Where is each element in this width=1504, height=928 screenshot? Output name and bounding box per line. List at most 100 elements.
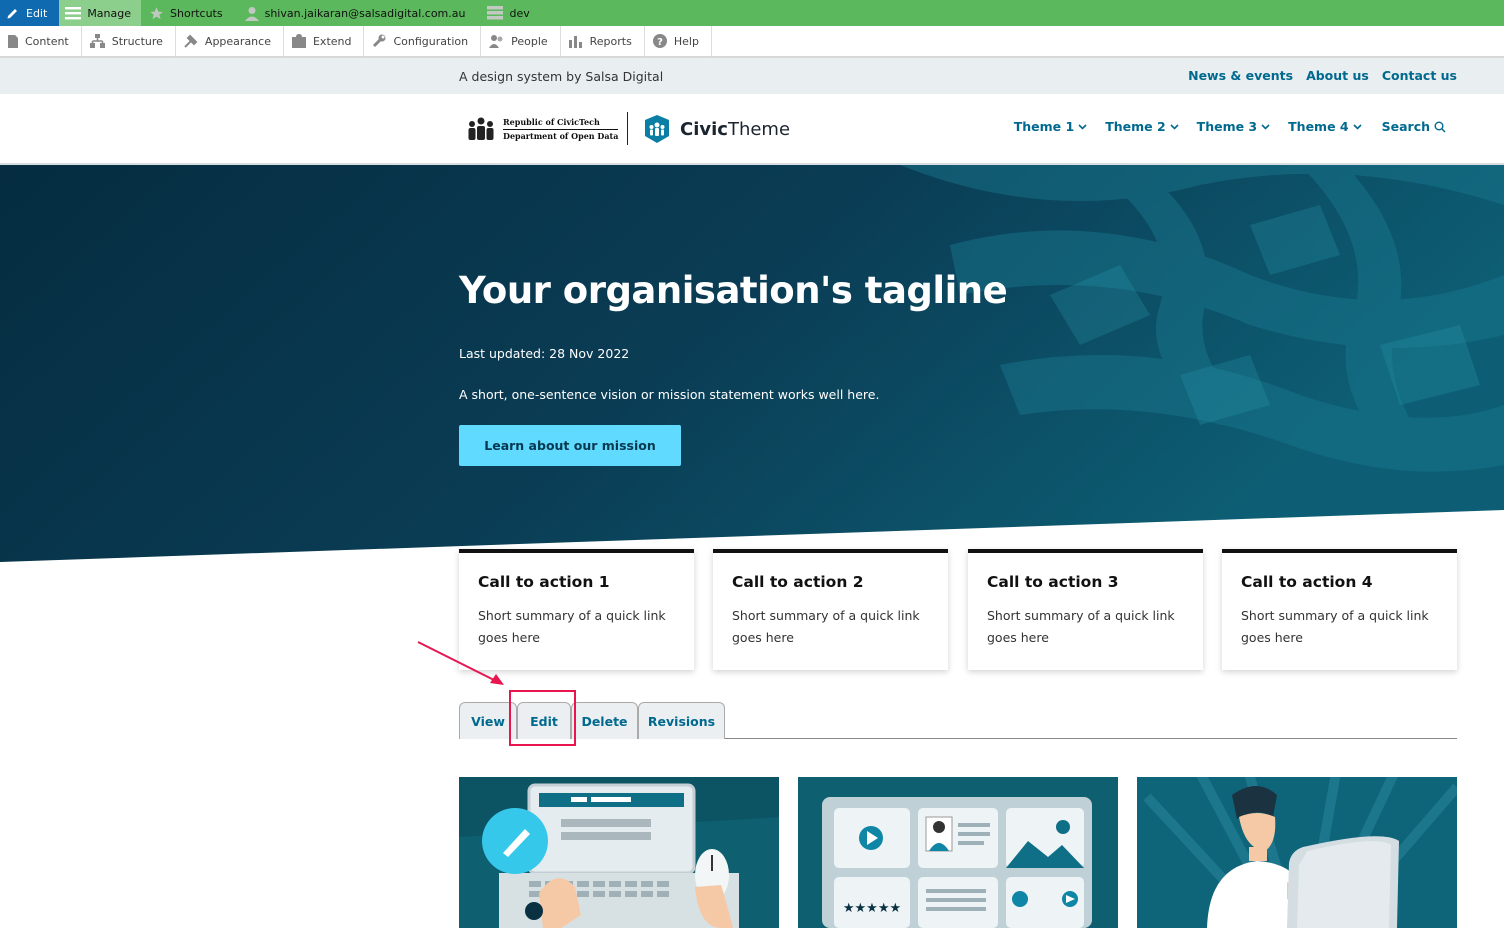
search-button[interactable]: Search bbox=[1382, 119, 1446, 134]
cta-title: Call to action 1 bbox=[478, 573, 610, 591]
tray-item-label: Extend bbox=[312, 34, 352, 48]
chevron-down-icon bbox=[1170, 123, 1179, 130]
user-icon bbox=[244, 6, 259, 21]
civictheme-logo-icon bbox=[645, 115, 669, 143]
tray-item-structure[interactable]: Structure bbox=[82, 25, 176, 57]
secondary-nav-news[interactable]: News & events bbox=[1188, 68, 1293, 83]
help-icon: ? bbox=[652, 34, 667, 48]
local-tasks-tabs: View Edit Delete Revisions bbox=[459, 702, 1457, 739]
edit-label: Edit bbox=[26, 6, 48, 20]
search-label: Search bbox=[1381, 119, 1430, 134]
tray-item-label: People bbox=[511, 34, 548, 48]
main-nav-theme-4[interactable]: Theme 4 bbox=[1288, 119, 1362, 134]
cta-title: Call to action 2 bbox=[732, 573, 864, 591]
hamburger-icon bbox=[65, 7, 82, 20]
site-top-bar: A design system by Salsa Digital News & … bbox=[0, 58, 1504, 94]
cta-title: Call to action 3 bbox=[987, 573, 1119, 591]
site-slogan: A design system by Salsa Digital bbox=[459, 69, 664, 84]
annotation-arrow bbox=[417, 641, 504, 685]
reports-icon bbox=[568, 36, 582, 48]
environment-label: dev bbox=[509, 6, 530, 20]
learn-about-mission-button[interactable]: Learn about our mission bbox=[459, 425, 681, 466]
secondary-nav-about[interactable]: About us bbox=[1306, 68, 1369, 83]
cta-summary: Short summary of a quick link goes here bbox=[732, 608, 920, 645]
annotation-highlight-box bbox=[509, 690, 576, 746]
main-nav-label: Theme 2 bbox=[1105, 119, 1166, 134]
promo-card-1[interactable] bbox=[459, 777, 779, 928]
laptop-illustration bbox=[459, 777, 779, 928]
tab-delete[interactable]: Delete bbox=[571, 702, 638, 739]
cta-summary: Short summary of a quick link goes here bbox=[1241, 608, 1429, 645]
department-name: Department of Open Data bbox=[503, 131, 619, 141]
hero-summary: A short, one-sentence vision or mission … bbox=[459, 387, 880, 402]
tray-item-help[interactable]: ? Help bbox=[645, 25, 712, 57]
hero-title: Your organisation's tagline bbox=[459, 269, 1008, 312]
search-icon bbox=[1434, 121, 1446, 132]
hero-last-updated: Last updated: 28 Nov 2022 bbox=[459, 346, 630, 361]
pencil-icon bbox=[7, 9, 17, 19]
main-nav-theme-1[interactable]: Theme 1 bbox=[1014, 119, 1087, 134]
tray-item-label: Reports bbox=[589, 34, 632, 48]
site-header: Republic of CivicTech Department of Open… bbox=[0, 94, 1504, 165]
manage-tab[interactable]: Manage bbox=[59, 0, 142, 26]
government-logo[interactable]: Republic of CivicTech Department of Open… bbox=[467, 116, 619, 143]
chevron-down-icon bbox=[1078, 123, 1087, 130]
logo-divider bbox=[627, 112, 628, 145]
promo-card-3[interactable] bbox=[1137, 777, 1457, 928]
civictheme-wordmark: CivicTheme bbox=[680, 119, 790, 140]
main-nav-label: Theme 1 bbox=[1013, 119, 1075, 134]
content-icon bbox=[8, 34, 18, 48]
cta-card-4[interactable]: Call to action 4 Short summary of a quic… bbox=[1222, 549, 1457, 670]
tray-item-label: Help bbox=[673, 34, 699, 48]
promo-card-2[interactable]: ★★★★★ bbox=[798, 777, 1118, 928]
svg-text:★★★★★: ★★★★★ bbox=[843, 901, 901, 916]
brand-light: Theme bbox=[727, 118, 791, 140]
tray-item-label: Configuration bbox=[393, 34, 469, 48]
cta-card-3[interactable]: Call to action 3 Short summary of a quic… bbox=[968, 549, 1203, 670]
chevron-down-icon bbox=[1353, 123, 1362, 130]
cta-summary: Short summary of a quick link goes here bbox=[987, 608, 1175, 645]
tray-item-appearance[interactable]: Appearance bbox=[176, 25, 284, 57]
environment-tab[interactable]: dev bbox=[475, 0, 539, 26]
brand-bold: Civic bbox=[680, 118, 728, 140]
tray-item-content[interactable]: Content bbox=[0, 25, 82, 57]
cta-card-2[interactable]: Call to action 2 Short summary of a quic… bbox=[713, 549, 948, 670]
tray-item-label: Content bbox=[25, 34, 69, 48]
edit-toggle[interactable]: Edit bbox=[0, 0, 60, 26]
government-logo-text: Republic of CivicTech Department of Open… bbox=[503, 116, 619, 143]
extend-icon bbox=[291, 34, 306, 48]
tray-item-configuration[interactable]: Configuration bbox=[364, 25, 482, 57]
user-tab[interactable]: shivan.jaikaran@salsadigital.com.au bbox=[233, 0, 476, 26]
admin-tray: Content Structure Appearance Extend Conf… bbox=[0, 25, 1504, 58]
configuration-icon bbox=[373, 34, 386, 48]
main-nav-label: Theme 4 bbox=[1288, 119, 1349, 134]
user-label: shivan.jaikaran@salsadigital.com.au bbox=[264, 6, 466, 20]
tray-item-extend[interactable]: Extend bbox=[284, 25, 365, 57]
secondary-nav: News & events About us Contact us bbox=[1188, 68, 1457, 83]
main-nav-label: Theme 3 bbox=[1196, 119, 1258, 134]
people-crest-icon bbox=[468, 117, 494, 140]
tab-revisions[interactable]: Revisions bbox=[638, 702, 725, 739]
tray-item-reports[interactable]: Reports bbox=[561, 25, 645, 57]
appearance-icon bbox=[184, 34, 198, 48]
structure-icon bbox=[89, 34, 105, 48]
shortcuts-tab[interactable]: Shortcuts bbox=[141, 0, 233, 26]
people-icon bbox=[489, 35, 503, 48]
hero-banner: Your organisation's tagline Last updated… bbox=[0, 165, 1504, 565]
secondary-nav-contact[interactable]: Contact us bbox=[1382, 68, 1457, 83]
main-nav: Theme 1 Theme 2 Theme 3 Theme 4 Search bbox=[1014, 119, 1446, 134]
hero-background bbox=[0, 165, 1504, 562]
manage-label: Manage bbox=[87, 6, 132, 20]
government-name: Republic of CivicTech bbox=[503, 116, 619, 130]
main-nav-theme-2[interactable]: Theme 2 bbox=[1105, 119, 1179, 134]
tray-item-people[interactable]: People bbox=[481, 25, 561, 57]
server-icon bbox=[487, 6, 504, 20]
media-collage-illustration: ★★★★★ bbox=[798, 777, 1118, 928]
cta-title: Call to action 4 bbox=[1241, 573, 1373, 591]
chevron-down-icon bbox=[1261, 123, 1270, 130]
shortcuts-label: Shortcuts bbox=[170, 6, 223, 20]
tray-item-label: Appearance bbox=[204, 34, 271, 48]
main-nav-theme-3[interactable]: Theme 3 bbox=[1197, 119, 1270, 134]
civictheme-logo[interactable]: CivicTheme bbox=[642, 114, 790, 144]
person-at-computer-illustration bbox=[1137, 777, 1457, 928]
